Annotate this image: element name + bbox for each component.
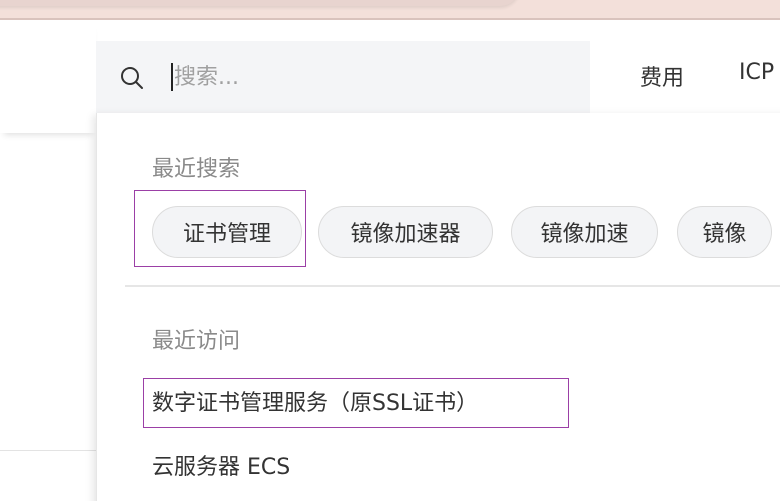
recent-visits-title: 最近访问	[152, 329, 241, 354]
recent-search-chip[interactable]: 镜像加速	[511, 206, 658, 258]
highlight-box	[143, 378, 569, 428]
top-banner-strip	[0, 0, 780, 20]
highlight-box	[134, 190, 306, 267]
search-icon[interactable]	[120, 66, 144, 90]
page-left-panel	[0, 20, 96, 133]
section-divider	[125, 285, 780, 287]
recent-visit-item[interactable]: 云服务器 ECS	[152, 449, 290, 481]
search-input[interactable]	[174, 61, 574, 93]
nav-fees-link[interactable]: 费用	[640, 60, 684, 92]
text-cursor	[171, 63, 173, 91]
nav-icp-link[interactable]: ICP	[739, 60, 774, 85]
search-bar[interactable]	[96, 41, 590, 113]
search-dropdown: 最近搜索 证书管理 镜像加速器 镜像加速 镜像 最近访问 数字证书管理服务（原S…	[96, 113, 780, 501]
recent-search-chip[interactable]: 镜像加速器	[318, 206, 493, 258]
top-banner-pill	[0, 0, 520, 6]
recent-searches-title: 最近搜索	[152, 157, 241, 182]
page-left-divider	[0, 450, 96, 451]
recent-search-chip[interactable]: 镜像	[677, 206, 772, 258]
